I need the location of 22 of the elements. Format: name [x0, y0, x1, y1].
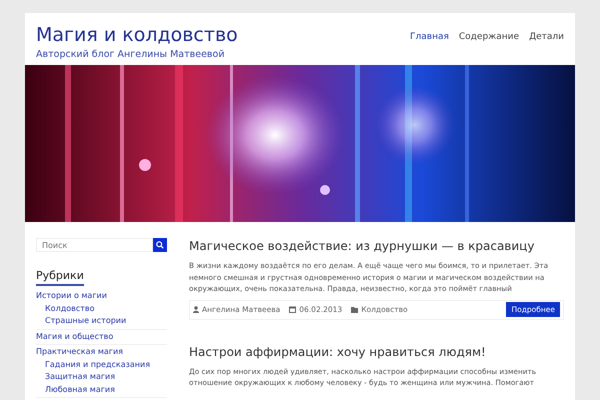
site-tagline: Авторский блог Ангелины Матвеевой: [36, 49, 226, 60]
person-icon: [193, 306, 199, 313]
post-title[interactable]: Настрои аффирмации: хочу нравиться людям!: [189, 344, 564, 360]
category-link[interactable]: Практическая магия: [36, 346, 167, 358]
category-link[interactable]: Истории о магии: [36, 290, 167, 302]
category-link[interactable]: Колдовство: [36, 302, 167, 315]
category-link[interactable]: Страшные истории: [36, 315, 167, 328]
calendar-icon: [289, 306, 296, 313]
folder-icon: [351, 306, 358, 312]
search-field[interactable]: Поиск: [36, 238, 153, 252]
nav-link[interactable]: Содержание: [458, 32, 520, 42]
widget-title: Рубрики: [36, 269, 84, 286]
search-icon: [156, 241, 164, 249]
category-link[interactable]: Защитная магия: [36, 371, 167, 384]
nav-link[interactable]: Детали: [529, 32, 564, 42]
site-title[interactable]: Магия и колдовство: [36, 23, 238, 47]
post-title[interactable]: Магическое воздействие: из дурнушки — в красавицу: [189, 238, 564, 254]
category-link[interactable]: Гадания и предсказания: [36, 358, 167, 371]
nav-link[interactable]: Главная: [410, 32, 449, 42]
search-button[interactable]: [153, 238, 167, 252]
category-link[interactable]: Магия и общество: [36, 330, 167, 343]
category-link[interactable]: Любовная магия: [36, 384, 167, 396]
